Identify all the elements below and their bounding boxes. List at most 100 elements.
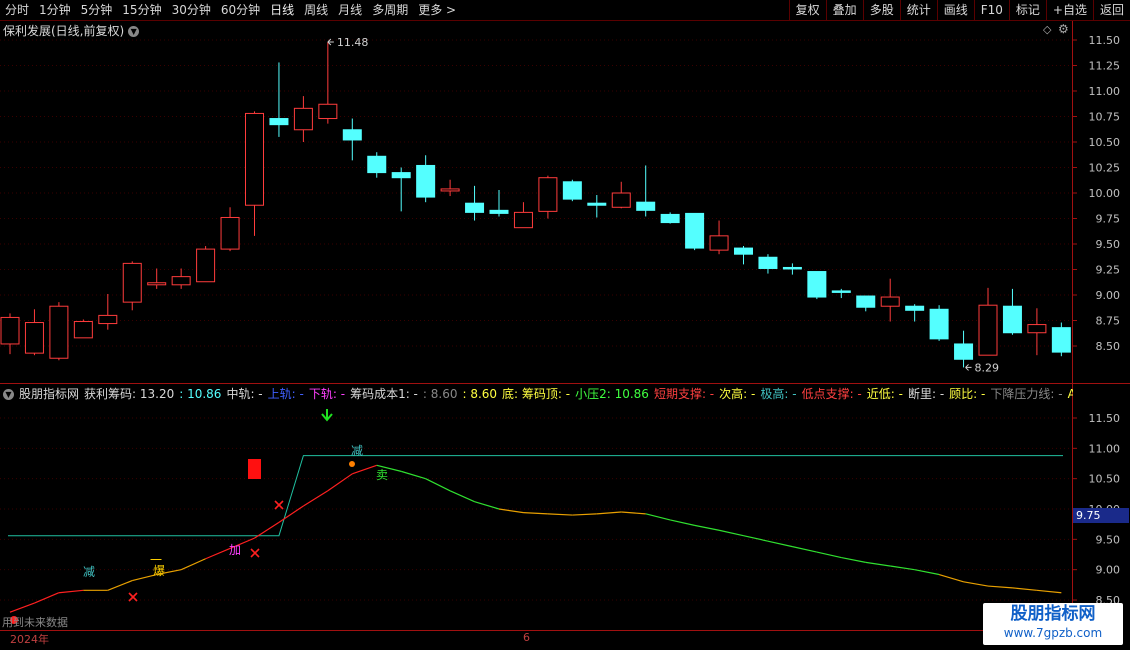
- indicator-item-8: : 8.60: [462, 387, 498, 401]
- x-mark-signal: [274, 500, 284, 510]
- indicator-item-1: 获利筹码: 13.20: [84, 387, 175, 401]
- candle-body: [636, 201, 656, 211]
- indicator-line-segment: [205, 547, 231, 560]
- jian-signal-label: 减: [83, 565, 95, 579]
- low-arrow: [965, 364, 972, 371]
- candle-body: [269, 118, 289, 126]
- indicator-line-segment: [474, 501, 500, 510]
- indicator-line-segment: [58, 589, 84, 594]
- indicator-item-2: : 10.86: [179, 387, 222, 401]
- ind-y-tick-label: 10.50: [1089, 473, 1121, 486]
- candle-body: [220, 216, 240, 250]
- candle-body: [196, 248, 216, 283]
- main-y-tick-label: 9.75: [1096, 213, 1121, 226]
- candle-body: [0, 316, 20, 345]
- price-badge: 9.75: [1073, 508, 1129, 523]
- indicator-line-segment: [596, 511, 622, 515]
- ind-y-tick-label: 9.50: [1096, 533, 1121, 546]
- down-arrow-signal: [321, 409, 333, 422]
- yi-signal-label: 一: [150, 553, 162, 567]
- indicator-line-segment: [841, 556, 866, 563]
- watermark-line2: www.7gpzb.com: [1003, 626, 1103, 640]
- indicator-item-15: 近低: -: [866, 387, 903, 401]
- candle-body: [122, 262, 142, 303]
- candle-body: [758, 256, 778, 269]
- indicator-item-14: 低点支撑: -: [801, 387, 862, 401]
- candle-body: [24, 322, 44, 354]
- main-y-tick-label: 10.75: [1089, 111, 1121, 124]
- high-label: 11.48: [337, 36, 369, 49]
- candle-body: [293, 107, 313, 131]
- main-y-tick-label: 10.00: [1089, 187, 1121, 200]
- jia-signal-label: 加: [229, 543, 241, 557]
- candle-body: [1002, 305, 1022, 334]
- indicator-line-segment: [9, 602, 35, 613]
- indicator-line-segment: [938, 573, 964, 583]
- indicator-line-segment: [523, 512, 548, 515]
- candle-body: [709, 235, 729, 251]
- x-label-month: 6: [523, 631, 530, 644]
- main-y-tick-label: 10.25: [1089, 162, 1121, 175]
- candle-body: [171, 276, 191, 286]
- indicator-line-segment: [645, 513, 671, 521]
- x-label-year: 2024年: [10, 633, 49, 646]
- candle-body: [1051, 327, 1071, 353]
- indicator-line-segment: [498, 508, 524, 514]
- low-label: 8.29: [975, 361, 1000, 374]
- candle-body: [782, 266, 802, 270]
- candle-body: [611, 192, 631, 208]
- indicator-dropdown-icon[interactable]: ▼: [3, 389, 14, 400]
- candle-body: [342, 129, 362, 141]
- main-y-tick-label: 11.25: [1089, 60, 1121, 73]
- ind-y-tick-label: 11.50: [1089, 412, 1121, 425]
- indicator-item-3: 中轨: -: [226, 387, 263, 401]
- main-y-tick-label: 11.00: [1089, 85, 1121, 98]
- candle-body: [905, 305, 925, 311]
- indicator-line-segment: [303, 490, 329, 507]
- main-y-tick-label: 9.50: [1096, 238, 1121, 251]
- candle-body: [513, 211, 533, 229]
- indicator-item-7: : 8.60: [422, 387, 458, 401]
- candle-body: [245, 112, 264, 206]
- indicator-line-segment: [1012, 587, 1037, 591]
- indicator-line-segment: [352, 464, 377, 475]
- indicator-item-13: 极高: -: [760, 387, 797, 401]
- indicator-item-19: AA05: 8.60: [1067, 387, 1073, 401]
- future-data-note: 用到未来数据: [2, 616, 68, 629]
- indicator-line-segment: [327, 473, 353, 492]
- ind-y-tick-label: 11.00: [1089, 442, 1121, 455]
- indicator-line-segment: [792, 546, 817, 553]
- main-y-tick-label: 8.75: [1096, 315, 1121, 328]
- indicator-item-17: 顾比: -: [949, 387, 986, 401]
- candle-body: [562, 181, 582, 200]
- indicator-item-12: 次高: -: [719, 387, 756, 401]
- main-y-tick-label: 10.50: [1089, 136, 1121, 149]
- candle-body: [929, 308, 949, 340]
- indicator-line-segment: [449, 490, 475, 503]
- candle-body: [685, 212, 705, 249]
- indicator-line-segment: [425, 478, 451, 492]
- indicator-item-6: 筹码成本1: -: [350, 387, 418, 401]
- candle-body: [73, 321, 93, 339]
- main-y-tick-label: 8.50: [1096, 340, 1121, 353]
- candle-body: [880, 296, 900, 307]
- indicator-line-segment: [963, 581, 989, 587]
- indicator-line-segment: [743, 535, 769, 542]
- indicator-line-segment: [914, 569, 940, 576]
- indicator-item-18: 下降压力线: -: [990, 387, 1063, 401]
- watermark-logo: 股朋指标网 www.7gpzb.com: [983, 603, 1123, 645]
- candle-body: [49, 305, 69, 359]
- indicator-item-0: 股朋指标网: [19, 387, 80, 401]
- indicator-line-segment: [670, 519, 695, 526]
- red-block-signal: [248, 459, 261, 479]
- candle-body: [489, 209, 509, 214]
- candle-body: [440, 188, 460, 192]
- candle-body: [660, 213, 680, 224]
- indicator-item-11: 短期支撑: -: [653, 387, 715, 401]
- candle-body: [734, 247, 753, 255]
- indicator-line-segment: [572, 513, 597, 516]
- indicator-line-segment: [767, 540, 793, 548]
- jian-signal-label: 减: [351, 444, 363, 458]
- indicator-item-4: 上轨: -: [267, 387, 304, 401]
- candlestick-chart: 11.50 11.25 11.00 10.75 10.50 10.25 10.00 9.75 9…: [0, 20, 1130, 631]
